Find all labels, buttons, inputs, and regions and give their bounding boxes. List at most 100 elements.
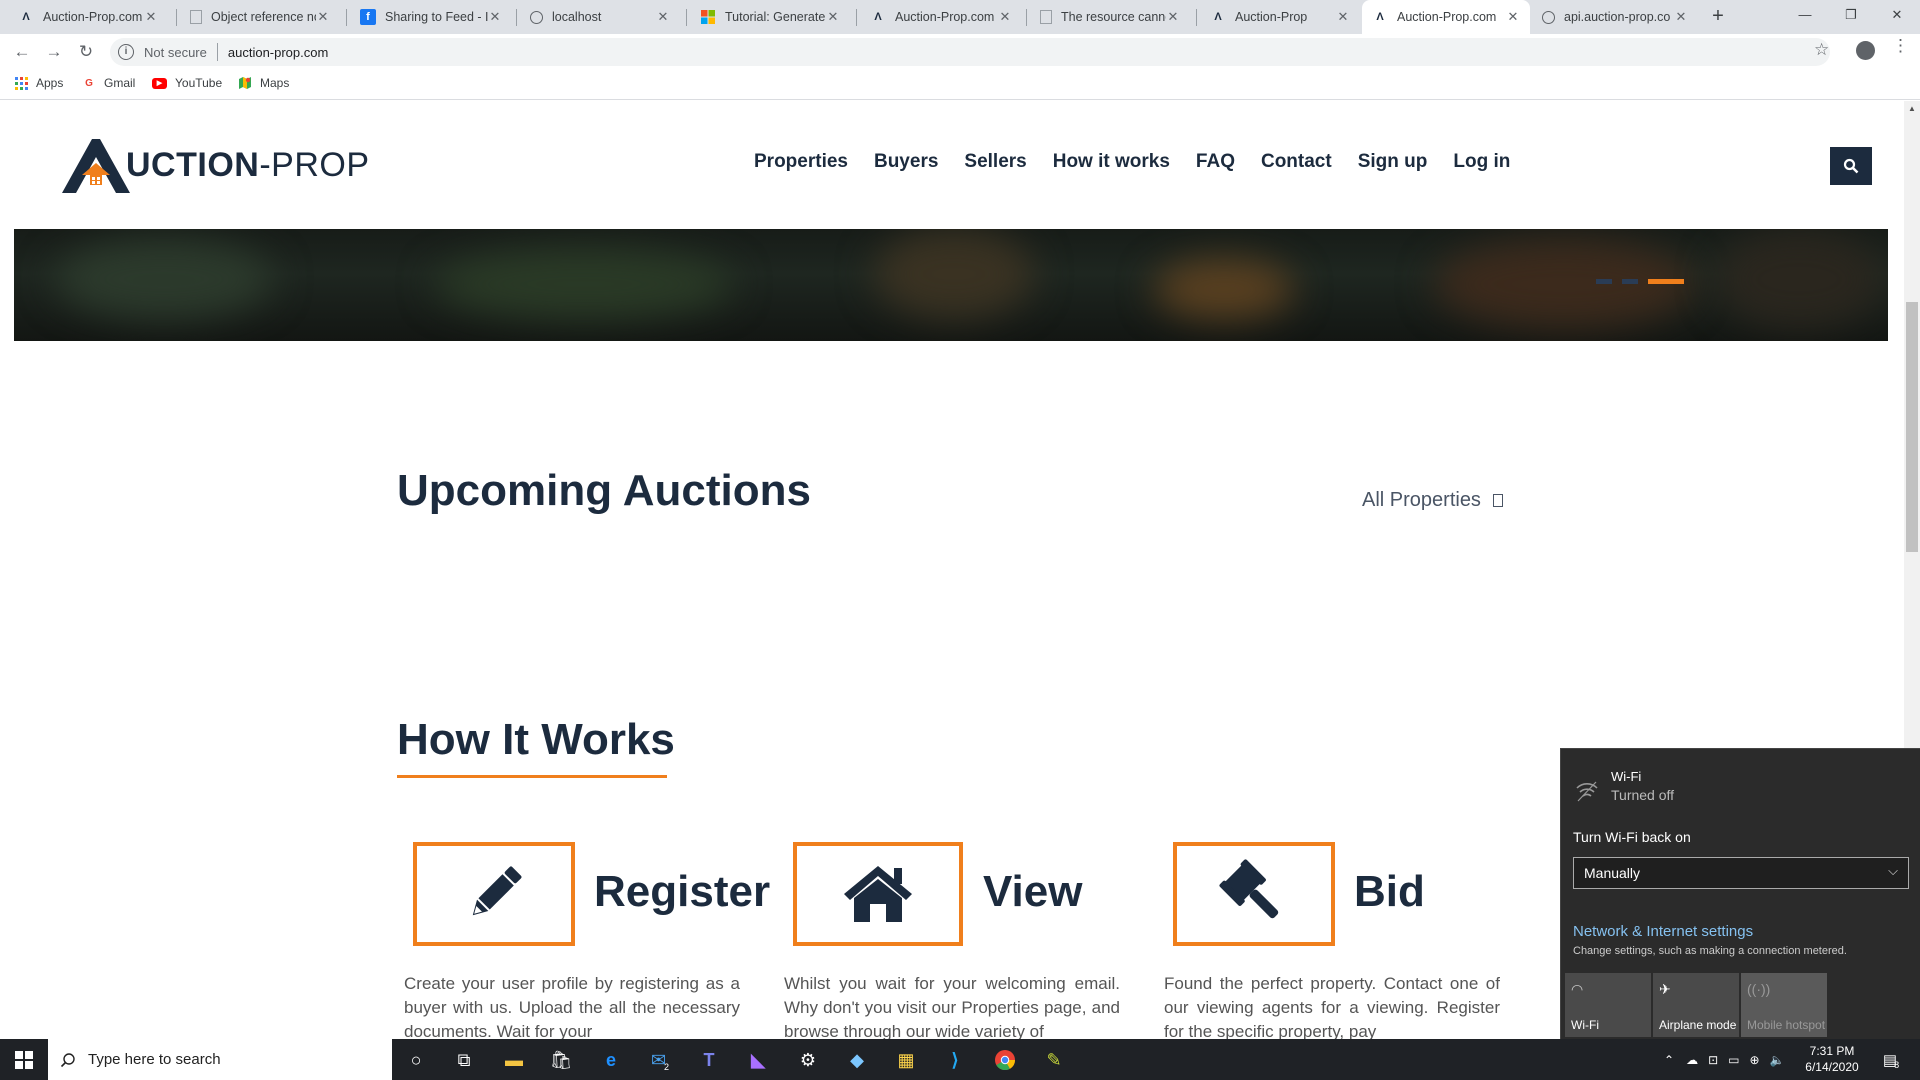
- notifications-icon[interactable]: ▤ 8: [1876, 1045, 1906, 1075]
- vscode-icon[interactable]: ⟩: [940, 1045, 970, 1075]
- start-button[interactable]: [0, 1039, 48, 1080]
- nav-properties[interactable]: Properties: [754, 151, 848, 173]
- back-button[interactable]: ←: [10, 41, 34, 63]
- browser-tab[interactable]: The resource canno ✕: [1030, 0, 1190, 34]
- battery-icon[interactable]: ▭: [1728, 1053, 1739, 1067]
- tab-divider: [176, 9, 177, 26]
- chevron-down-icon: ⌵: [1888, 863, 1898, 878]
- browser-tab[interactable]: f Sharing to Feed - In ✕: [350, 0, 512, 34]
- security-icon[interactable]: ⊡: [1708, 1053, 1718, 1067]
- chrome-icon[interactable]: [990, 1045, 1020, 1075]
- reload-button[interactable]: ↻: [74, 41, 98, 63]
- bid-step-title: Bid: [1354, 867, 1425, 916]
- forward-button[interactable]: →: [42, 41, 66, 63]
- minimize-button[interactable]: —: [1782, 0, 1828, 30]
- nav-faq[interactable]: FAQ: [1196, 151, 1235, 173]
- close-window-button[interactable]: ✕: [1874, 0, 1920, 30]
- mail-icon[interactable]: ✉ 2: [645, 1045, 675, 1075]
- arrow-icon: [1492, 494, 1503, 507]
- close-icon[interactable]: ✕: [1674, 9, 1688, 25]
- network-settings-description: Change settings, such as making a connec…: [1573, 945, 1847, 957]
- close-icon[interactable]: ✕: [144, 9, 158, 25]
- onedrive-icon[interactable]: ☁: [1686, 1053, 1698, 1067]
- nav-how-it-works[interactable]: How it works: [1053, 151, 1170, 173]
- bookmark-youtube[interactable]: ▶ YouTube: [152, 76, 222, 90]
- volume-icon[interactable]: 🔈: [1770, 1053, 1785, 1067]
- store-icon[interactable]: 🛍: [546, 1045, 576, 1075]
- restore-button[interactable]: ❐: [1828, 0, 1874, 30]
- edge-icon[interactable]: e: [596, 1045, 626, 1075]
- logo-text: UCTION-PROP: [126, 146, 370, 185]
- wifi-back-on-dropdown[interactable]: Manually ⌵: [1573, 857, 1909, 889]
- security-label: Not secure: [144, 44, 207, 60]
- all-properties-link[interactable]: All Properties: [1362, 489, 1503, 512]
- info-icon[interactable]: i: [118, 44, 134, 60]
- close-icon[interactable]: ✕: [488, 9, 502, 25]
- wifi-icon: [1576, 781, 1598, 802]
- quick-action-wifi[interactable]: ◠ Wi-Fi: [1565, 973, 1651, 1037]
- bookmark-gmail[interactable]: G Gmail: [82, 76, 135, 90]
- teams-icon[interactable]: T: [694, 1045, 724, 1075]
- nav-sign-up[interactable]: Sign up: [1358, 151, 1428, 173]
- network-settings-link[interactable]: Network & Internet settings: [1573, 923, 1753, 940]
- app-icon[interactable]: ✎: [1039, 1045, 1069, 1075]
- browser-tab[interactable]: Object reference no ✕: [180, 0, 340, 34]
- search-button[interactable]: [1830, 147, 1872, 185]
- globe-icon[interactable]: ⊕: [1749, 1053, 1759, 1067]
- browser-tab-strip: Λ Auction-Prop.com ✕ Object reference no…: [0, 0, 1920, 34]
- slider-dot-active[interactable]: [1648, 279, 1684, 284]
- close-icon[interactable]: ✕: [316, 9, 330, 25]
- scrollbar-thumb[interactable]: [1906, 302, 1918, 552]
- quick-action-label: Airplane mode: [1659, 1018, 1737, 1032]
- close-icon[interactable]: ✕: [998, 9, 1012, 25]
- file-explorer-icon[interactable]: ▬: [499, 1045, 529, 1075]
- site-logo[interactable]: UCTION-PROP: [60, 135, 370, 195]
- nav-contact[interactable]: Contact: [1261, 151, 1332, 173]
- visual-studio-icon[interactable]: ◣: [743, 1045, 773, 1075]
- close-icon[interactable]: ✕: [1506, 9, 1520, 25]
- bookmark-star-icon[interactable]: ☆: [1814, 40, 1829, 60]
- cortana-icon[interactable]: ○: [401, 1045, 431, 1075]
- menu-kebab-icon[interactable]: ⋮: [1892, 37, 1909, 54]
- search-icon: [1843, 158, 1859, 174]
- address-bar[interactable]: i Not secure auction-prop.com: [110, 38, 1830, 66]
- browser-tab[interactable]: Tutorial: Generate v ✕: [690, 0, 850, 34]
- clock[interactable]: 7:31 PM 6/14/2020: [1802, 1043, 1862, 1075]
- browser-tab[interactable]: Λ Auction-Prop ✕: [1200, 0, 1360, 34]
- account-avatar-icon[interactable]: [1856, 41, 1875, 60]
- close-icon[interactable]: ✕: [826, 9, 840, 25]
- chevron-up-icon[interactable]: ⌃: [1664, 1053, 1674, 1067]
- nav-buyers[interactable]: Buyers: [874, 151, 938, 173]
- browser-tab[interactable]: Λ Auction-Prop.com ✕: [860, 0, 1022, 34]
- browser-tab-active[interactable]: Λ Auction-Prop.com ✕: [1362, 0, 1530, 34]
- quick-action-mobile-hotspot[interactable]: ((·)) Mobile hotspot: [1741, 973, 1827, 1037]
- nav-log-in[interactable]: Log in: [1453, 151, 1510, 173]
- nav-sellers[interactable]: Sellers: [964, 151, 1026, 173]
- windows-logo-icon: [15, 1050, 33, 1069]
- url-text[interactable]: auction-prop.com: [228, 45, 328, 60]
- close-icon[interactable]: ✕: [656, 9, 670, 25]
- search-placeholder: Type here to search: [88, 1051, 221, 1068]
- close-icon[interactable]: ✕: [1166, 9, 1180, 25]
- auction-prop-icon: Λ: [22, 11, 30, 23]
- browser-tab[interactable]: localhost ✕: [520, 0, 680, 34]
- slider-dot[interactable]: [1596, 279, 1612, 284]
- taskbar-search-box[interactable]: Type here to search: [48, 1039, 392, 1080]
- turn-wifi-back-on-label: Turn Wi-Fi back on: [1573, 829, 1691, 845]
- scroll-up-arrow-icon[interactable]: ▲: [1906, 104, 1918, 114]
- browser-tab[interactable]: Λ Auction-Prop.com ✕: [8, 0, 168, 34]
- screen: Λ Auction-Prop.com ✕ Object reference no…: [0, 0, 1920, 1080]
- settings-gear-icon[interactable]: ⚙: [793, 1045, 823, 1075]
- browser-tab[interactable]: api.auction-prop.co ✕: [1532, 0, 1698, 34]
- sticky-notes-icon[interactable]: ▦: [891, 1045, 921, 1075]
- bookmark-maps[interactable]: Maps: [238, 76, 289, 90]
- close-icon[interactable]: ✕: [1336, 9, 1350, 25]
- task-view-icon[interactable]: ⧉: [449, 1045, 479, 1075]
- slider-dot[interactable]: [1622, 279, 1638, 284]
- view-step-text: Whilst you wait for your welcoming email…: [784, 974, 1120, 1039]
- quick-action-airplane-mode[interactable]: ✈ Airplane mode: [1653, 973, 1739, 1037]
- bookmark-apps[interactable]: Apps: [14, 76, 63, 90]
- app-icon[interactable]: ◆: [842, 1045, 872, 1075]
- bookmark-label: Maps: [260, 76, 290, 90]
- new-tab-button[interactable]: +: [1706, 6, 1730, 28]
